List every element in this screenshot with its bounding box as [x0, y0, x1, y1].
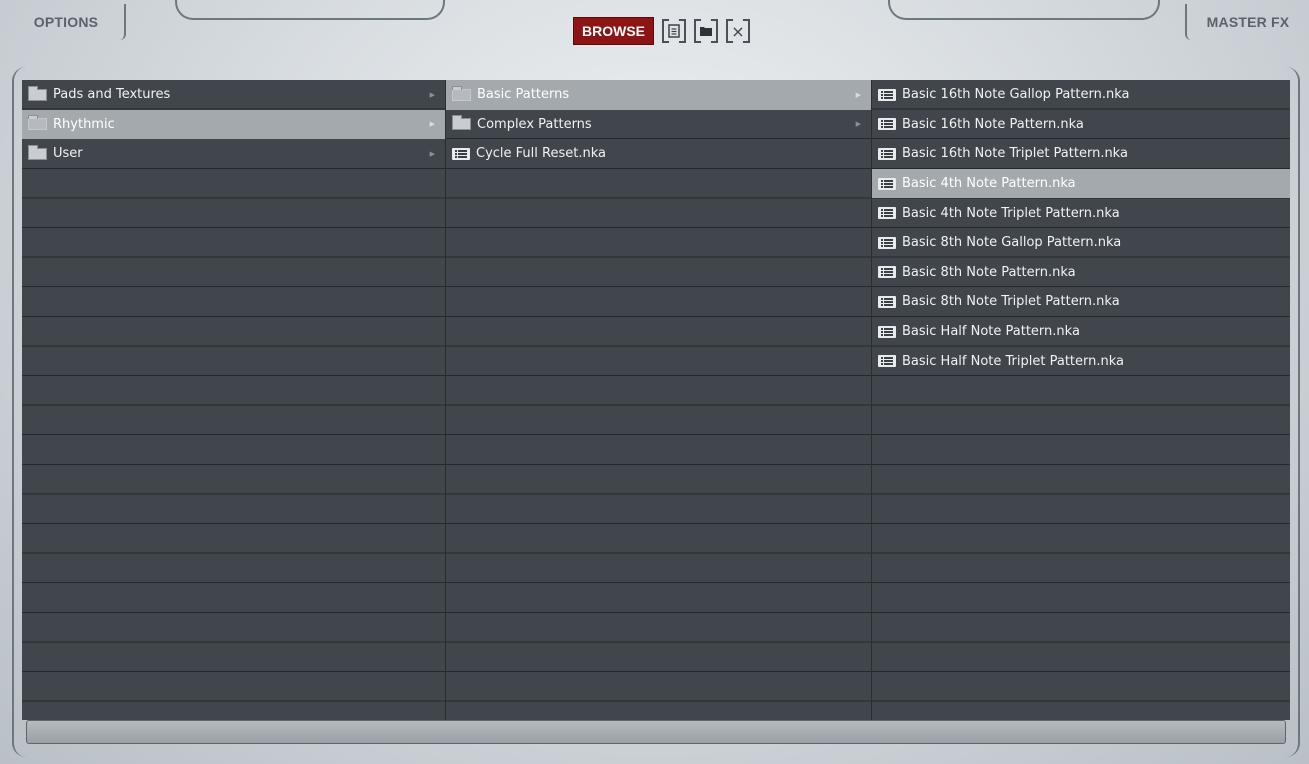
folder-icon[interactable] [694, 19, 718, 43]
row-label: Rhythmic [53, 116, 115, 132]
status-bar [26, 720, 1286, 744]
file-row[interactable]: Basic Half Note Triplet Pattern.nka [872, 346, 1290, 376]
file-row[interactable]: Cycle Full Reset.nka [446, 139, 871, 169]
expand-arrow-icon: ▶ [429, 149, 435, 158]
row-label: Pads and Textures [53, 87, 171, 103]
row-label: Basic Half Note Triplet Pattern.nka [902, 353, 1125, 369]
expand-arrow-icon: ▶ [855, 90, 861, 99]
browser-controls: BROWSE × [573, 17, 750, 45]
master-fx-tab[interactable]: MASTER FX [1185, 4, 1309, 40]
browser-column-files[interactable]: Basic 16th Note Gallop Pattern.nka Basic … [872, 80, 1290, 720]
instrument-file-icon [878, 147, 896, 160]
row-label: Basic 4th Note Triplet Pattern.nka [902, 205, 1120, 221]
instrument-file-icon [878, 177, 896, 190]
instrument-file-icon [878, 118, 896, 131]
file-row[interactable]: Basic 8th Note Gallop Pattern.nka [872, 228, 1290, 258]
top-bar: OPTIONS BROWSE × MASTER FX [0, 0, 1309, 70]
file-row[interactable]: Basic 16th Note Triplet Pattern.nka [872, 139, 1290, 169]
file-browser: Pads and Textures ▶ Rhythmic ▶ User ▶ Basic P… [22, 80, 1290, 720]
expand-arrow-icon: ▶ [429, 120, 435, 129]
row-label: Basic 8th Note Pattern.nka [902, 264, 1076, 280]
instrument-file-icon [878, 266, 896, 279]
row-label: Basic 8th Note Gallop Pattern.nka [902, 235, 1122, 251]
folder-row[interactable]: Basic Patterns ▶ [446, 80, 871, 110]
row-label: Basic 16th Note Gallop Pattern.nka [902, 87, 1130, 103]
file-row[interactable]: Basic 4th Note Triplet Pattern.nka [872, 198, 1290, 228]
file-row[interactable]: Basic 16th Note Pattern.nka [872, 110, 1290, 140]
row-label: Basic Patterns [477, 87, 570, 103]
expand-arrow-icon: ▶ [855, 120, 861, 129]
instrument-file-icon [878, 88, 896, 101]
folder-icon [28, 115, 47, 131]
left-knob-bracket [175, 0, 445, 20]
close-icon[interactable]: × [726, 19, 750, 43]
instrument-file-icon [878, 207, 896, 220]
browser-column-subfolders[interactable]: Basic Patterns ▶ Complex Patterns ▶ Cycle Fu… [446, 80, 872, 720]
instrument-file-icon [878, 295, 896, 308]
file-row[interactable]: Basic Half Note Pattern.nka [872, 317, 1290, 347]
instrument-file-icon [878, 355, 896, 368]
instrument-file-icon [878, 236, 896, 249]
row-label: Complex Patterns [477, 116, 592, 132]
file-row[interactable]: Basic 8th Note Pattern.nka [872, 258, 1290, 288]
instrument-file-icon [452, 147, 470, 160]
folder-icon [28, 85, 47, 101]
folder-icon [452, 85, 471, 101]
folder-row[interactable]: User ▶ [22, 139, 445, 169]
file-row[interactable]: Basic 8th Note Triplet Pattern.nka [872, 287, 1290, 317]
folder-icon [28, 144, 47, 160]
row-label: Basic 16th Note Pattern.nka [902, 116, 1084, 132]
row-label: Basic Half Note Pattern.nka [902, 324, 1080, 340]
row-label: Cycle Full Reset.nka [476, 146, 606, 162]
save-icon[interactable] [662, 19, 686, 43]
row-label: User [53, 146, 83, 162]
expand-arrow-icon: ▶ [429, 90, 435, 99]
folder-icon [452, 115, 471, 131]
folder-row[interactable]: Complex Patterns ▶ [446, 110, 871, 140]
folder-row[interactable]: Pads and Textures ▶ [22, 80, 445, 110]
row-label: Basic 16th Note Triplet Pattern.nka [902, 146, 1128, 162]
row-label: Basic 8th Note Triplet Pattern.nka [902, 294, 1120, 310]
right-knob-bracket [888, 0, 1160, 20]
options-tab[interactable]: OPTIONS [8, 4, 126, 40]
browser-column-categories[interactable]: Pads and Textures ▶ Rhythmic ▶ User ▶ [22, 80, 446, 720]
browse-button[interactable]: BROWSE [573, 17, 654, 45]
file-row[interactable]: Basic 4th Note Pattern.nka [872, 168, 1290, 199]
instrument-file-icon [878, 325, 896, 338]
row-label: Basic 4th Note Pattern.nka [902, 176, 1076, 192]
folder-row[interactable]: Rhythmic ▶ [22, 109, 445, 140]
file-row[interactable]: Basic 16th Note Gallop Pattern.nka [872, 80, 1290, 110]
